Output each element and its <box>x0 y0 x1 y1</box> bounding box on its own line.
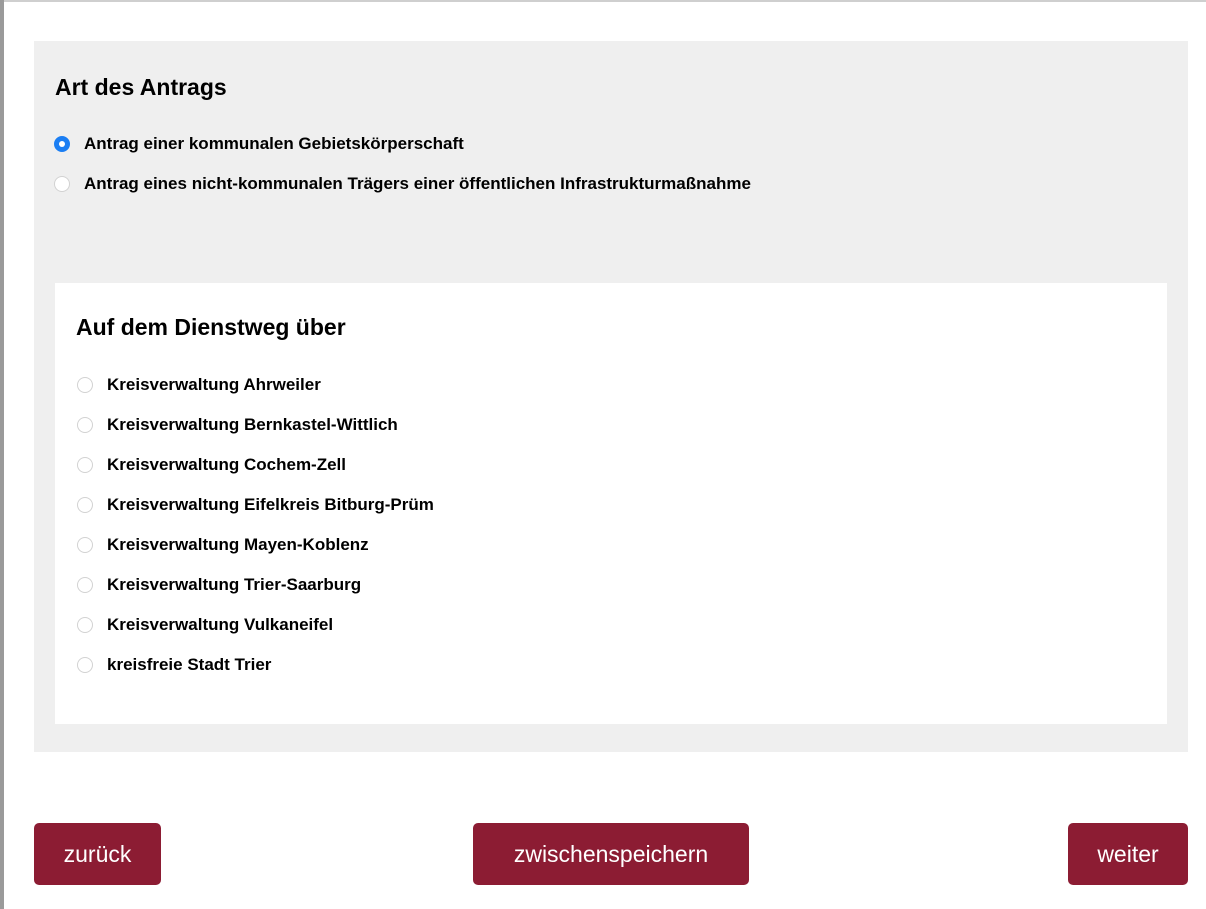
application-type-title: Art des Antrags <box>55 74 227 100</box>
radio-button[interactable] <box>77 617 93 633</box>
route-option-vulkaneifel[interactable]: Kreisverwaltung Vulkaneifel <box>77 615 434 635</box>
official-route-panel: Auf dem Dienstweg über Kreisverwaltung A… <box>55 283 1167 724</box>
radio-button[interactable] <box>77 457 93 473</box>
radio-button[interactable] <box>77 377 93 393</box>
route-option-mayen-koblenz[interactable]: Kreisverwaltung Mayen-Koblenz <box>77 535 434 555</box>
route-option-bitburg-pruem[interactable]: Kreisverwaltung Eifelkreis Bitburg-Prüm <box>77 495 434 515</box>
radio-button[interactable] <box>54 176 70 192</box>
application-type-panel: Art des Antrags Antrag einer kommunalen … <box>34 41 1188 752</box>
route-option-label: Kreisverwaltung Cochem-Zell <box>107 455 347 474</box>
route-option-label: Kreisverwaltung Vulkaneifel <box>107 615 334 634</box>
radio-button-selected[interactable] <box>54 136 70 152</box>
route-option-label: kreisfreie Stadt Trier <box>107 655 272 674</box>
back-button[interactable]: zurück <box>34 823 161 885</box>
official-route-list: Kreisverwaltung Ahrweiler Kreisverwaltun… <box>77 375 434 695</box>
route-option-label: Kreisverwaltung Bernkastel-Wittlich <box>107 415 398 434</box>
application-type-option-municipal[interactable]: Antrag einer kommunalen Gebietskörpersch… <box>54 134 464 154</box>
route-option-cochem-zell[interactable]: Kreisverwaltung Cochem-Zell <box>77 455 434 475</box>
next-button[interactable]: weiter <box>1068 823 1188 885</box>
route-option-label: Kreisverwaltung Mayen-Koblenz <box>107 535 369 554</box>
route-option-trier-saarburg[interactable]: Kreisverwaltung Trier-Saarburg <box>77 575 434 595</box>
route-option-label: Kreisverwaltung Trier-Saarburg <box>107 575 362 594</box>
application-type-option-label: Antrag einer kommunalen Gebietskörpersch… <box>84 134 464 153</box>
route-option-label: Kreisverwaltung Eifelkreis Bitburg-Prüm <box>107 495 434 514</box>
radio-button[interactable] <box>77 577 93 593</box>
application-type-option-label: Antrag eines nicht-kommunalen Trägers ei… <box>84 174 751 193</box>
route-option-label: Kreisverwaltung Ahrweiler <box>107 375 321 394</box>
route-option-ahrweiler[interactable]: Kreisverwaltung Ahrweiler <box>77 375 434 395</box>
window-left-edge <box>0 0 4 909</box>
radio-button[interactable] <box>77 657 93 673</box>
radio-button[interactable] <box>77 497 93 513</box>
window-top-edge <box>0 0 1206 2</box>
route-option-stadt-trier[interactable]: kreisfreie Stadt Trier <box>77 655 434 675</box>
radio-button[interactable] <box>77 537 93 553</box>
official-route-title: Auf dem Dienstweg über <box>76 314 346 340</box>
application-type-option-non-municipal[interactable]: Antrag eines nicht-kommunalen Trägers ei… <box>54 174 751 194</box>
route-option-bernkastel-wittlich[interactable]: Kreisverwaltung Bernkastel-Wittlich <box>77 415 434 435</box>
radio-button[interactable] <box>77 417 93 433</box>
save-draft-button[interactable]: zwischenspeichern <box>473 823 749 885</box>
